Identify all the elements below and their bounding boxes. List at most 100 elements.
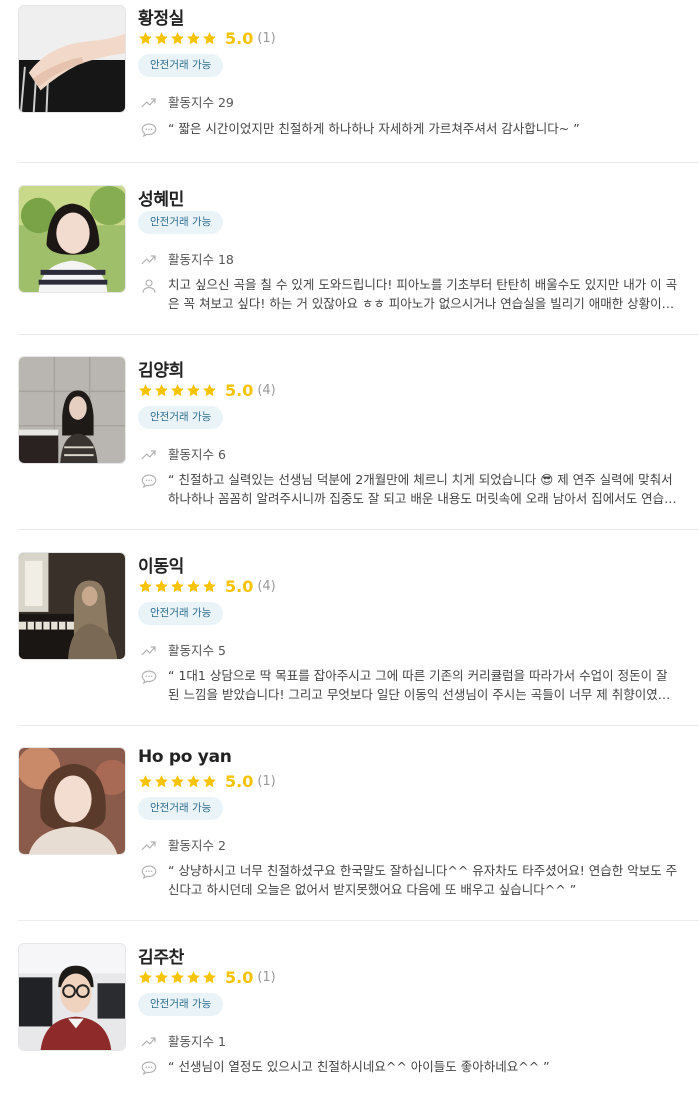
activity-text: 활동지수 1 [168, 1034, 226, 1049]
rating-score: 5.0 [225, 771, 254, 791]
teacher-name[interactable]: 김주찬 [138, 943, 184, 968]
teacher-card[interactable]: 이동익 5.0 (4) 안전거래 가능 활동지수 5 “ 1대1 상담으로 딱 … [0, 530, 699, 725]
star-icon [186, 383, 201, 398]
activity-index: 활동지수 1 [140, 1031, 226, 1050]
safe-trade-badge: 안전거래 가능 [138, 211, 224, 234]
star-icon [202, 579, 217, 594]
teacher-name[interactable]: 김양희 [138, 356, 184, 381]
star-icon [138, 383, 153, 398]
star-icon [186, 774, 201, 789]
review-text: “ 상냥하시고 너무 친절하셨구요 한국말도 잘하십니다^^ 유자차도 타주셨어… [168, 863, 678, 897]
star-icon [170, 31, 185, 46]
safe-trade-badge: 안전거래 가능 [138, 406, 224, 429]
star-icon [202, 970, 217, 985]
chat-bubble-icon [140, 121, 158, 139]
safe-trade-badge: 안전거래 가능 [138, 602, 224, 625]
intro-text: 치고 싶으신 곡을 칠 수 있게 도와드립니다! 피아노를 기초부터 탄탄히 배… [168, 277, 678, 311]
teacher-photo[interactable] [18, 5, 126, 113]
teacher-card[interactable]: 성혜민 안전거래 가능 활동지수 18 치고 싶으신 곡을 칠 수 있게 도와드… [0, 163, 699, 334]
star-icon [186, 970, 201, 985]
rating-score: 5.0 [225, 967, 254, 987]
rating: 5.0 (4) [138, 380, 276, 400]
rating-score: 5.0 [225, 28, 254, 48]
activity-index: 활동지수 18 [140, 249, 234, 268]
teacher-name[interactable]: Ho po yan [138, 747, 232, 767]
review-count: (1) [257, 969, 276, 985]
teacher-name[interactable]: 황정실 [138, 4, 184, 29]
teacher-card[interactable]: Ho po yan 5.0 (1) 안전거래 가능 활동지수 2 “ 상냥하시고… [0, 726, 699, 920]
chat-bubble-icon [140, 1059, 158, 1077]
star-icon [138, 970, 153, 985]
teacher-card[interactable]: 김주찬 5.0 (1) 안전거래 가능 활동지수 1 “ 선생님이 열정도 있으… [0, 921, 699, 1093]
review-count: (1) [257, 30, 276, 46]
review-snippet: “ 짧은 시간이었지만 친절하게 하나하나 자세하게 가르쳐주셔서 감사합니다~… [140, 119, 680, 138]
review-count: (1) [257, 773, 276, 789]
trending-up-icon [140, 93, 158, 111]
star-icon [154, 579, 169, 594]
safe-trade-badge: 안전거래 가능 [138, 54, 224, 77]
rating-score: 5.0 [225, 380, 254, 400]
star-icon [202, 383, 217, 398]
trending-up-icon [140, 250, 158, 268]
star-icon [202, 774, 217, 789]
activity-text: 활동지수 18 [168, 252, 234, 267]
intro-snippet: 치고 싶으신 곡을 칠 수 있게 도와드립니다! 피아노를 기초부터 탄탄히 배… [140, 275, 680, 313]
activity-text: 활동지수 29 [168, 95, 234, 110]
star-icon [154, 383, 169, 398]
star-icon [154, 774, 169, 789]
activity-index: 활동지수 5 [140, 640, 226, 659]
review-text: “ 1대1 상담으로 딱 목표를 잡아주시고 그에 따른 기존의 커리큘럼을 따… [168, 668, 670, 702]
piano-player-image [19, 357, 125, 463]
activity-index: 활동지수 6 [140, 444, 226, 463]
star-icon [186, 31, 201, 46]
chat-bubble-icon [140, 863, 158, 881]
star-rating [138, 970, 217, 985]
star-icon [170, 383, 185, 398]
star-rating [138, 774, 217, 789]
rating: 5.0 (4) [138, 576, 276, 596]
review-text: “ 친절하고 실력있는 선생님 덕분에 2개월만에 체르니 치게 되었습니다 😎… [168, 472, 677, 506]
review-snippet: “ 친절하고 실력있는 선생님 덕분에 2개월만에 체르니 치게 되었습니다 😎… [140, 470, 680, 508]
safe-trade-badge: 안전거래 가능 [138, 993, 224, 1016]
teacher-name[interactable]: 성혜민 [138, 185, 184, 210]
star-icon [138, 31, 153, 46]
star-rating [138, 383, 217, 398]
trending-up-icon [140, 1032, 158, 1050]
activity-index: 활동지수 29 [140, 92, 234, 111]
star-icon [154, 970, 169, 985]
piano-player-image [19, 553, 125, 659]
trending-up-icon [140, 445, 158, 463]
teacher-card[interactable]: 황정실 5.0 (1) 안전거래 가능 활동지수 29 “ 짧은 시간이었지만 … [0, 0, 699, 162]
teacher-photo[interactable] [18, 747, 126, 855]
star-icon [138, 774, 153, 789]
chat-bubble-icon [140, 668, 158, 686]
portrait-image [19, 944, 125, 1050]
star-icon [154, 31, 169, 46]
star-rating [138, 31, 217, 46]
teacher-photo[interactable] [18, 356, 126, 464]
teacher-photo[interactable] [18, 943, 126, 1051]
teacher-name[interactable]: 이동익 [138, 552, 184, 577]
portrait-image [19, 186, 125, 292]
review-text: “ 짧은 시간이었지만 친절하게 하나하나 자세하게 가르쳐주셔서 감사합니다~… [168, 121, 580, 136]
teacher-photo[interactable] [18, 185, 126, 293]
person-icon [140, 277, 158, 295]
rating: 5.0 (1) [138, 771, 276, 791]
chat-bubble-icon [140, 472, 158, 490]
review-count: (4) [257, 382, 276, 398]
activity-text: 활동지수 6 [168, 447, 226, 462]
teacher-card[interactable]: 김양희 5.0 (4) 안전거래 가능 활동지수 6 “ 친절하고 실력있는 선… [0, 335, 699, 529]
rating: 5.0 (1) [138, 28, 276, 48]
star-rating [138, 579, 217, 594]
portrait-image [19, 748, 125, 854]
star-icon [170, 579, 185, 594]
review-snippet: “ 상냥하시고 너무 친절하셨구요 한국말도 잘하십니다^^ 유자차도 타주셨어… [140, 861, 680, 899]
star-icon [170, 970, 185, 985]
star-icon [202, 31, 217, 46]
activity-text: 활동지수 2 [168, 838, 226, 853]
star-icon [186, 579, 201, 594]
safe-trade-badge: 안전거래 가능 [138, 797, 224, 820]
teacher-photo[interactable] [18, 552, 126, 660]
review-count: (4) [257, 578, 276, 594]
rating: 5.0 (1) [138, 967, 276, 987]
